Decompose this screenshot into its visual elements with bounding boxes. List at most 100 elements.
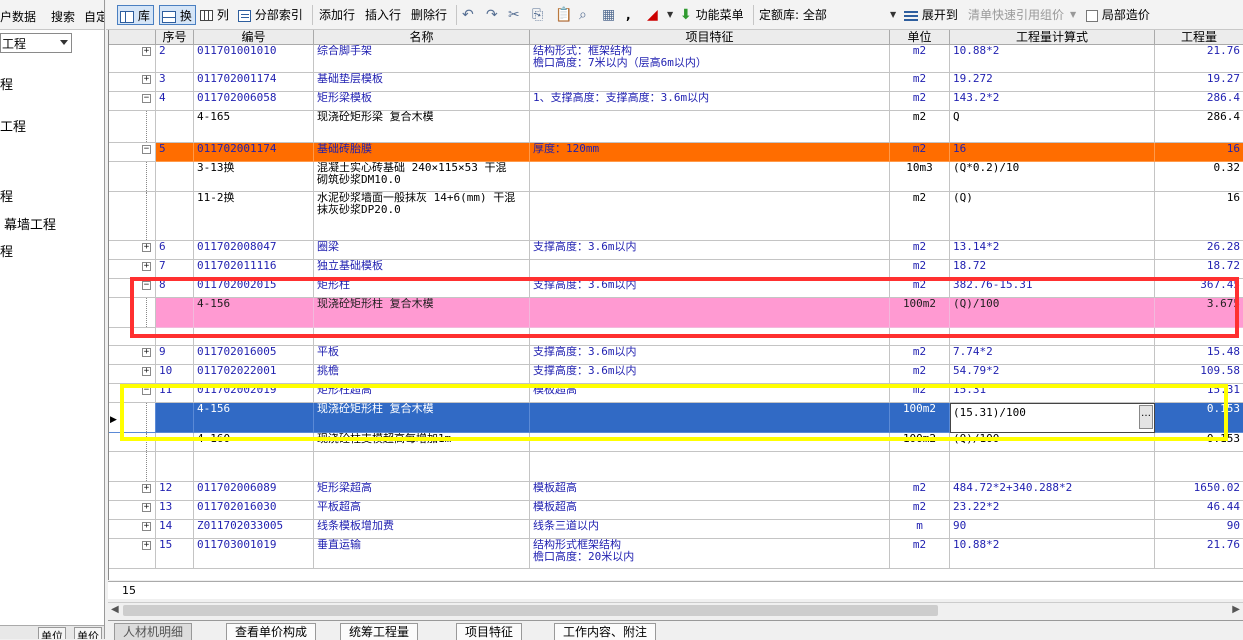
cell-feature[interactable] — [530, 111, 890, 143]
expand-plus-icon[interactable]: + — [142, 367, 151, 376]
cell-name[interactable]: 圈梁 — [314, 241, 530, 260]
cell-unit[interactable]: m2 — [890, 45, 950, 73]
quota-library-select[interactable]: 定额库: 全部 — [759, 5, 827, 25]
chevron-left-icon[interactable]: ◀ — [111, 604, 119, 615]
cell-feature[interactable]: 1、支撑高度：支撑高度：3.6m以内 — [530, 92, 890, 111]
cell-formula[interactable] — [950, 452, 1155, 482]
table-row[interactable]: 4-165 现浇砼矩形梁 复合木模 m2 Q 286.4 — [109, 111, 1243, 143]
cell-unit[interactable]: m2 — [890, 482, 950, 501]
cell-feature[interactable] — [530, 403, 890, 433]
table-row[interactable]: + 6 011702008047 圈梁 支撑高度：3.6m以内 m2 13.14… — [109, 241, 1243, 260]
cell-unit[interactable]: m2 — [890, 73, 950, 92]
tab-project-features[interactable]: 项目特征 — [456, 623, 523, 640]
cell-code[interactable]: 011702022001 — [194, 365, 314, 384]
table-row[interactable]: − 8 011702002015 矩形柱 支撑高度：3.6m以内 m2 382.… — [109, 279, 1243, 298]
redo-icon[interactable]: ↷ — [486, 5, 498, 25]
left-tree-item[interactable]: 程 — [0, 74, 13, 93]
cell-name[interactable]: 平板超高 — [314, 501, 530, 520]
cell-number[interactable]: 3 — [156, 73, 194, 92]
table-row[interactable]: + 10 011702022001 挑檐 支撑高度：3.6m以内 m2 54.7… — [109, 365, 1243, 384]
cell-name[interactable]: 现浇砼矩形梁 复合木模 — [314, 111, 530, 143]
cell-feature[interactable]: 支撑高度：3.6m以内 — [530, 241, 890, 260]
cell-feature[interactable] — [530, 452, 890, 482]
cell-number[interactable] — [156, 111, 194, 143]
cell-unit[interactable]: 100m2 — [890, 403, 950, 433]
cell-code[interactable]: 011702002015 — [194, 279, 314, 298]
cell-feature[interactable] — [530, 162, 890, 192]
paste-icon[interactable]: 📋 — [555, 5, 572, 25]
cell-formula[interactable]: 484.72*2+340.288*2 — [950, 482, 1155, 501]
cell-quantity[interactable]: 16 — [1155, 143, 1243, 162]
cell-code[interactable]: 011702011116 — [194, 260, 314, 279]
cell-code[interactable]: 011702008047 — [194, 241, 314, 260]
scrollbar-thumb[interactable] — [123, 605, 938, 616]
table-row[interactable]: − 11 011702002019 矩形柱超高 模板超高 m2 15.31 15… — [109, 384, 1243, 403]
table-row[interactable]: + 15 011703001019 垂直运输 结构形式框架结构 檐口高度：20米… — [109, 539, 1243, 569]
cell-code[interactable]: 011702016030 — [194, 501, 314, 520]
swap-toggle-button[interactable]: 换 — [159, 5, 196, 25]
expand-to-button[interactable]: 展开到 — [904, 5, 958, 25]
column-header-formula[interactable]: 工程量计算式 — [950, 30, 1155, 45]
cell-feature[interactable]: 模板超高 — [530, 384, 890, 403]
table-row-highlighted-pink[interactable]: 4-156 现浇砼矩形柱 复合木模 100m2 (Q)/100 3.675 — [109, 298, 1243, 328]
cell-unit[interactable]: m2 — [890, 501, 950, 520]
cell-formula[interactable]: (Q*0.2)/10 — [950, 162, 1155, 192]
chevron-down-icon[interactable]: ▼ — [890, 5, 896, 25]
cut-icon[interactable]: ✂ — [508, 5, 520, 25]
table-row[interactable]: + 14 Z011702033005 线条模板增加费 线条三道以内 m 90 9… — [109, 520, 1243, 539]
table-row[interactable]: + 12 011702006089 矩形梁超高 模板超高 m2 484.72*2… — [109, 482, 1243, 501]
find-icon[interactable]: ⌕ — [579, 5, 587, 25]
cell-formula[interactable]: 23.22*2 — [950, 501, 1155, 520]
cell-unit[interactable]: m2 — [890, 346, 950, 365]
cell-name[interactable]: 挑檐 — [314, 365, 530, 384]
insert-row-button[interactable]: 插入行 — [365, 5, 401, 25]
cell-name[interactable]: 综合脚手架 — [314, 45, 530, 73]
cell-feature[interactable] — [530, 328, 890, 346]
table-row[interactable]: + 7 011702011116 独立基础模板 m2 18.72 18.72 — [109, 260, 1243, 279]
cell-unit[interactable]: m2 — [890, 539, 950, 569]
cell-number[interactable]: 15 — [156, 539, 194, 569]
copy-icon[interactable]: ⎘ — [532, 5, 543, 25]
cell-quantity[interactable]: 19.27 — [1155, 73, 1243, 92]
cell-code[interactable]: Z011702033005 — [194, 520, 314, 539]
cell-name[interactable]: 水泥砂浆墙面一般抹灰 14+6(mm) 干混 抹灰砂浆DP20.0 — [314, 192, 530, 241]
cell-quantity[interactable]: 46.44 — [1155, 501, 1243, 520]
cell-name[interactable]: 矩形柱超高 — [314, 384, 530, 403]
delete-row-button[interactable]: 删除行 — [411, 5, 447, 25]
cell-feature[interactable] — [530, 260, 890, 279]
cell-code[interactable] — [194, 328, 314, 346]
cell-unit[interactable]: m2 — [890, 143, 950, 162]
cell-feature[interactable]: 支撑高度：3.6m以内 — [530, 346, 890, 365]
cell-quantity[interactable]: 90 — [1155, 520, 1243, 539]
cell-unit[interactable]: m2 — [890, 192, 950, 241]
cell-name[interactable]: 平板 — [314, 346, 530, 365]
cell-code[interactable]: 011702001174 — [194, 143, 314, 162]
cell-formula[interactable]: 54.79*2 — [950, 365, 1155, 384]
cell-formula[interactable]: 15.31 — [950, 384, 1155, 403]
cell-formula[interactable]: 382.76-15.31 — [950, 279, 1155, 298]
cell-unit[interactable]: m2 — [890, 365, 950, 384]
left-tree-item[interactable]: 工程 — [0, 116, 26, 135]
cell-quantity[interactable]: 26.28 — [1155, 241, 1243, 260]
cell-number[interactable] — [156, 433, 194, 452]
cell-formula[interactable]: 143.2*2 — [950, 92, 1155, 111]
cell-number[interactable] — [156, 403, 194, 433]
cell-number[interactable]: 14 — [156, 520, 194, 539]
cell-code[interactable]: 011702002019 — [194, 384, 314, 403]
cell-unit[interactable]: 10m3 — [890, 162, 950, 192]
expand-plus-icon[interactable]: + — [142, 348, 151, 357]
cell-name[interactable]: 独立基础模板 — [314, 260, 530, 279]
cell-number[interactable]: 4 — [156, 92, 194, 111]
cell-quantity[interactable]: 15.48 — [1155, 346, 1243, 365]
collapse-minus-icon[interactable]: − — [142, 94, 151, 103]
cell-formula[interactable]: 13.14*2 — [950, 241, 1155, 260]
cell-code[interactable]: 011702016005 — [194, 346, 314, 365]
undo-icon[interactable]: ↶ — [462, 5, 474, 25]
left-tree-item[interactable]: 程 — [0, 186, 13, 205]
table-row[interactable]: 11-2换 水泥砂浆墙面一般抹灰 14+6(mm) 干混 抹灰砂浆DP20.0 … — [109, 192, 1243, 241]
cell-unit[interactable]: 100m2 — [890, 298, 950, 328]
cell-code[interactable]: 011702001174 — [194, 73, 314, 92]
cell-feature[interactable]: 结构形式：框架结构 檐口高度：7米以内（层高6m以内） — [530, 45, 890, 73]
cell-quantity[interactable] — [1155, 328, 1243, 346]
cell-unit[interactable]: m2 — [890, 279, 950, 298]
